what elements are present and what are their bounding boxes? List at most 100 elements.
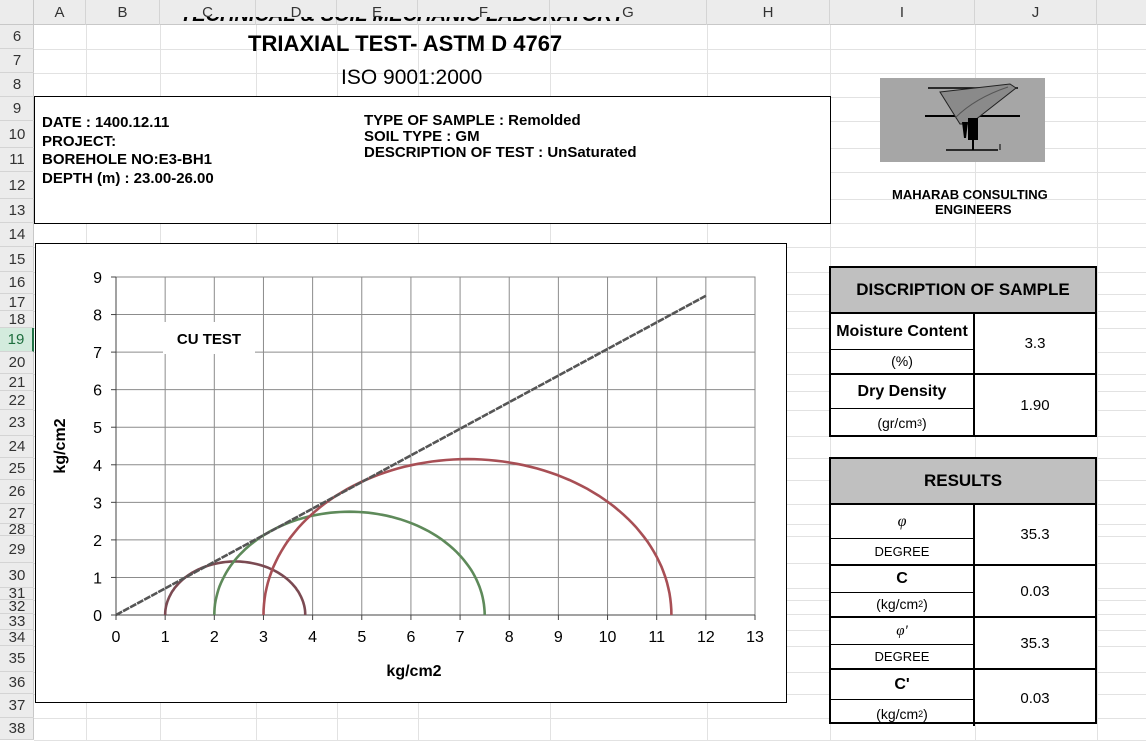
row-header[interactable]: 38: [0, 718, 34, 740]
x-tick-label: 10: [599, 629, 617, 646]
row-header[interactable]: 19: [0, 328, 34, 352]
phi-unit: DEGREE: [874, 543, 930, 559]
c-value[interactable]: 0.03: [975, 566, 1095, 616]
phi-effective-value[interactable]: 35.3: [975, 618, 1095, 668]
table-row: C (kg/cm 2) 0.03: [831, 566, 1095, 618]
date-field[interactable]: DATE : 1400.12.11: [42, 114, 169, 131]
table-row: φ' DEGREE 35.3: [831, 618, 1095, 670]
soil-type-field[interactable]: SOIL TYPE : GM: [364, 128, 480, 145]
row-header[interactable]: 18: [0, 311, 34, 328]
row-header[interactable]: 28: [0, 521, 34, 538]
column-header[interactable]: J: [975, 0, 1097, 25]
row-header-bar: 6 7 8 9 10 11 12 13 14 15 16 17 18 19 20 21 22 23 24 25 26 27…: [0, 25, 34, 740]
y-tick-label: 5: [93, 420, 102, 437]
c-effective-label: C': [831, 670, 973, 700]
row-header[interactable]: 12: [0, 172, 34, 199]
row-header[interactable]: 32: [0, 598, 34, 615]
mohr-circle-chart: 0 1 2 3 4 5 6 7 8 9 10 11 12 130123456789 CU TEST kg/…: [52, 270, 764, 680]
y-tick-label: 4: [93, 458, 102, 475]
column-gridline: [1097, 25, 1098, 740]
row-header[interactable]: 37: [0, 694, 34, 718]
sample-type-field[interactable]: TYPE OF SAMPLE : Remolded: [364, 112, 581, 129]
table-row: Dry Density (gr/cm 3) 1.90: [831, 375, 1095, 435]
project-field[interactable]: PROJECT:: [42, 133, 116, 150]
borehole-field[interactable]: BOREHOLE NO:E3-BH1: [42, 151, 212, 168]
row-header[interactable]: 22: [0, 391, 34, 410]
row-header[interactable]: 8: [0, 73, 34, 97]
phi-value[interactable]: 35.3: [975, 505, 1095, 564]
x-tick-label: 2: [210, 629, 219, 646]
table-row: Moisture Content (%) 3.3: [831, 314, 1095, 375]
depth-field[interactable]: DEPTH (m) : 23.00-26.00: [42, 170, 214, 187]
column-header[interactable]: H: [707, 0, 830, 25]
c-effective-unit: (kg/cm 2): [876, 705, 928, 722]
y-tick-label: 0: [93, 608, 102, 625]
row-header[interactable]: 17: [0, 294, 34, 311]
x-tick-label: 4: [308, 629, 317, 646]
c-effective-value[interactable]: 0.03: [975, 670, 1095, 726]
spreadsheet: ABCDEFGHIJ 6 7 8 9 10 11 12 13 14 15 16 17 18 19 20 21 2…: [0, 0, 1146, 741]
row-header[interactable]: 33: [0, 613, 34, 630]
x-tick-label: 9: [554, 629, 563, 646]
select-all-corner[interactable]: [0, 0, 34, 25]
x-tick-label: 5: [357, 629, 366, 646]
row-header[interactable]: 21: [0, 374, 34, 391]
x-tick-label: 8: [505, 629, 514, 646]
test-description-field[interactable]: DESCRIPTION OF TEST : UnSaturated: [364, 144, 637, 161]
moisture-label: Moisture Content: [831, 314, 973, 350]
density-value[interactable]: 1.90: [975, 375, 1095, 435]
test-title: TRIAXIAL TEST- ASTM D 4767: [248, 31, 563, 56]
row-header[interactable]: 34: [0, 629, 34, 646]
row-header[interactable]: 24: [0, 436, 34, 458]
phi-symbol: φ: [831, 505, 973, 539]
x-tick-label: 0: [112, 629, 121, 646]
row-header[interactable]: 9: [0, 97, 34, 121]
y-tick-label: 8: [93, 308, 102, 325]
y-tick-label: 6: [93, 383, 102, 400]
row-header[interactable]: 26: [0, 480, 34, 504]
row-header[interactable]: 36: [0, 672, 34, 694]
column-header[interactable]: B: [86, 0, 160, 25]
table-row: C' (kg/cm 2) 0.03: [831, 670, 1095, 726]
row-header[interactable]: 25: [0, 458, 34, 480]
column-header[interactable]: I: [830, 0, 975, 25]
x-tick-label: 12: [697, 629, 715, 646]
row-header[interactable]: 13: [0, 199, 34, 223]
results-table: RESULTS φ DEGREE 35.3 C (kg/cm 2) 0.03 φ'…: [829, 457, 1097, 726]
chart-annotation: CU TEST: [177, 331, 241, 348]
results-table-title: RESULTS: [831, 459, 1095, 505]
company-name-line1: MAHARAB CONSULTING: [892, 187, 1048, 202]
row-header[interactable]: 14: [0, 223, 34, 247]
row-header[interactable]: 16: [0, 272, 34, 294]
y-tick-label: 7: [93, 345, 102, 362]
sample-description-table: DISCRIPTION OF SAMPLE Moisture Content (…: [829, 266, 1097, 437]
phi-effective-unit: DEGREE: [874, 648, 930, 664]
row-header[interactable]: 7: [0, 49, 34, 73]
row-header[interactable]: 15: [0, 247, 34, 272]
row-header[interactable]: 10: [0, 121, 34, 148]
row-header[interactable]: 29: [0, 536, 34, 563]
x-tick-label: 7: [456, 629, 465, 646]
sample-table-title: DISCRIPTION OF SAMPLE: [831, 268, 1095, 314]
moisture-value[interactable]: 3.3: [975, 314, 1095, 373]
x-tick-label: 13: [746, 629, 764, 646]
row-header[interactable]: 11: [0, 148, 34, 172]
column-header[interactable]: A: [34, 0, 86, 25]
y-tick-label: 3: [93, 495, 102, 512]
y-axis-label: kg/cm2: [52, 418, 69, 473]
chart-container[interactable]: 0 1 2 3 4 5 6 7 8 9 10 11 12 13 0 1 2 3 4 5 6 7 8 9 CU TEST kg/…: [35, 243, 787, 703]
row-header[interactable]: 20: [0, 352, 34, 374]
row-gridline: [34, 49, 1146, 50]
company-logo: [880, 78, 1045, 162]
x-axis-label: kg/cm2: [386, 663, 441, 680]
row-header[interactable]: 35: [0, 646, 34, 672]
row-header[interactable]: 23: [0, 410, 34, 436]
c-unit: (kg/cm 2): [876, 596, 928, 612]
iso-label: ISO 9001:2000: [341, 66, 483, 89]
row-gridline: [34, 73, 1146, 74]
x-tick-label: 1: [161, 629, 170, 646]
y-tick-label: 2: [93, 533, 102, 550]
x-tick-label: 11: [648, 629, 665, 646]
row-header[interactable]: 6: [0, 25, 34, 49]
y-tick-label: 1: [93, 570, 102, 587]
